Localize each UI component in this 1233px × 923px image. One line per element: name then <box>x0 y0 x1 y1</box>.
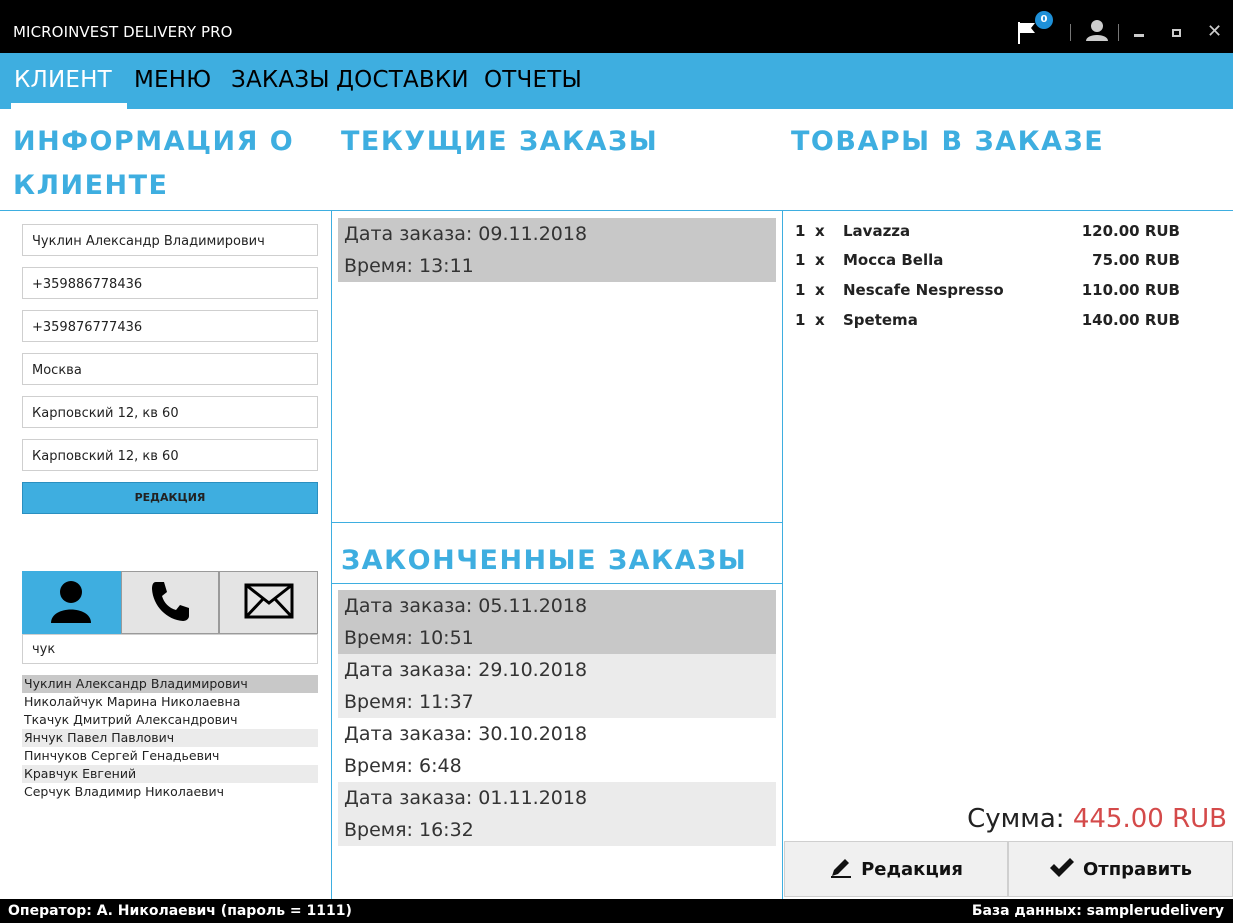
order-total: Сумма: 445.00 RUB <box>967 804 1227 834</box>
goods-price: 120.00 RUB <box>1081 222 1180 240</box>
order-date: Дата заказа: 30.10.2018 <box>344 723 588 745</box>
client-phone-field[interactable]: +359886778436 <box>22 267 318 299</box>
client-info-title-line1: ИНФОРМАЦИЯ О <box>13 126 295 157</box>
goods-name: Spetema <box>843 311 918 329</box>
current-orders-title: ТЕКУЩИЕ ЗАКАЗЫ <box>341 126 659 157</box>
client-search-results: Чуклин Александр Владимирович Николайчук… <box>22 675 318 801</box>
client-search-input[interactable]: чук <box>22 634 318 664</box>
goods-name: Lavazza <box>843 222 911 240</box>
goods-qty: 1 <box>795 281 806 299</box>
goods-row[interactable]: 1 x Mocca Bella 75.00 RUB <box>795 251 1185 280</box>
active-tab-indicator <box>11 103 127 110</box>
client-delivery-address-field[interactable]: Карповский 12, кв 60 <box>22 439 318 471</box>
goods-multiplier: x <box>815 222 825 240</box>
goods-qty: 1 <box>795 222 806 240</box>
envelope-icon <box>244 583 294 623</box>
menu-tab-orders[interactable]: ЗАКАЗЫ <box>231 67 330 93</box>
user-icon <box>49 579 93 627</box>
goods-multiplier: x <box>815 251 825 269</box>
finished-order-item[interactable]: Дата заказа: 30.10.2018 Время: 6:48 <box>338 718 776 782</box>
list-item[interactable]: Янчук Павел Павлович <box>22 729 318 747</box>
client-city-field[interactable]: Москва <box>22 353 318 385</box>
client-address-field[interactable]: Карповский 12, кв 60 <box>22 396 318 428</box>
order-goods-title: ТОВАРЫ В ЗАКАЗЕ <box>791 126 1105 157</box>
order-time: Время: 10:51 <box>344 627 474 649</box>
total-label: Сумма: <box>967 804 1065 834</box>
menu-tab-reports[interactable]: ОТЧЕТЫ <box>484 67 582 93</box>
order-date: Дата заказа: 01.11.2018 <box>344 787 588 809</box>
operator-status: Оператор: А. Николаевич (пароль = 1111) <box>8 903 352 919</box>
checkmark-icon <box>1049 856 1075 883</box>
list-item[interactable]: Серчук Владимир Николаевич <box>22 783 318 801</box>
order-time: Время: 11:37 <box>344 691 474 713</box>
edit-order-button[interactable]: Редакция <box>784 841 1008 897</box>
phone-icon <box>150 580 190 626</box>
minimize-icon[interactable] <box>1134 34 1144 37</box>
search-by-phone-tab[interactable] <box>120 571 220 634</box>
pencil-icon <box>829 855 853 884</box>
client-info-title-line2: КЛИЕНТЕ <box>13 170 169 201</box>
list-item[interactable]: Пинчуков Сергей Генадьевич <box>22 747 318 765</box>
goods-price: 75.00 RUB <box>1092 251 1180 269</box>
search-by-email-tab[interactable] <box>219 571 319 634</box>
order-time: Время: 13:11 <box>344 255 474 277</box>
goods-multiplier: x <box>815 311 825 329</box>
separator <box>1070 24 1071 41</box>
goods-name: Mocca Bella <box>843 251 944 269</box>
search-by-name-tab[interactable] <box>22 571 121 634</box>
title-bar: MICROINVEST DELIVERY PRO 0 ✕ <box>0 0 1233 53</box>
finished-order-item[interactable]: Дата заказа: 05.11.2018 Время: 10:51 <box>338 590 776 654</box>
goods-row[interactable]: 1 x Spetema 140.00 RUB <box>795 311 1185 340</box>
client-name-field[interactable]: Чуклин Александр Владимирович <box>22 224 318 256</box>
menu-tab-deliveries[interactable]: ДОСТАВКИ <box>336 67 469 93</box>
close-icon[interactable]: ✕ <box>1207 21 1222 42</box>
current-order-item[interactable]: Дата заказа: 09.11.2018 Время: 13:11 <box>338 218 776 282</box>
goods-row[interactable]: 1 x Lavazza 120.00 RUB <box>795 222 1185 251</box>
separator <box>1118 24 1119 41</box>
goods-price: 110.00 RUB <box>1081 281 1180 299</box>
client-phone2-field[interactable]: +359876777436 <box>22 310 318 342</box>
goods-qty: 1 <box>795 311 806 329</box>
maximize-icon[interactable] <box>1172 29 1181 37</box>
app-title: MICROINVEST DELIVERY PRO <box>13 23 233 41</box>
goods-multiplier: x <box>815 281 825 299</box>
order-time: Время: 6:48 <box>344 755 462 777</box>
notification-badge: 0 <box>1035 11 1053 29</box>
goods-row[interactable]: 1 x Nescafe Nespresso 110.00 RUB <box>795 281 1185 310</box>
notification-flag-icon[interactable] <box>1017 22 1037 48</box>
status-bar: Оператор: А. Николаевич (пароль = 1111) … <box>0 899 1233 923</box>
goods-price: 140.00 RUB <box>1081 311 1180 329</box>
search-mode-tabs <box>22 571 319 634</box>
list-item[interactable]: Николайчук Марина Николаевна <box>22 693 318 711</box>
send-order-button[interactable]: Отправить <box>1008 841 1233 897</box>
order-time: Время: 16:32 <box>344 819 474 841</box>
edit-client-button[interactable]: РЕДАКЦИЯ <box>22 482 318 514</box>
total-amount: 445.00 RUB <box>1072 804 1227 834</box>
edit-order-label: Редакция <box>861 858 963 880</box>
list-item[interactable]: Чуклин Александр Владимирович <box>22 675 318 693</box>
main-menu-bar: КЛИЕНТ МЕНЮ ЗАКАЗЫ ДОСТАВКИ ОТЧЕТЫ <box>0 53 1233 109</box>
goods-name: Nescafe Nespresso <box>843 281 1004 299</box>
database-status: База данных: samplerudelivery <box>971 903 1224 919</box>
user-account-icon[interactable] <box>1086 19 1108 45</box>
finished-orders-title: ЗАКОНЧЕННЫЕ ЗАКАЗЫ <box>341 545 748 576</box>
goods-qty: 1 <box>795 251 806 269</box>
menu-tab-client[interactable]: КЛИЕНТ <box>14 67 112 93</box>
send-order-label: Отправить <box>1082 858 1193 880</box>
finished-order-item[interactable]: Дата заказа: 01.11.2018 Время: 16:32 <box>338 782 776 846</box>
finished-order-item[interactable]: Дата заказа: 29.10.2018 Время: 11:37 <box>338 654 776 718</box>
menu-tab-menu[interactable]: МЕНЮ <box>134 67 211 93</box>
list-item[interactable]: Кравчук Евгений <box>22 765 318 783</box>
order-date: Дата заказа: 09.11.2018 <box>344 223 588 245</box>
list-item[interactable]: Ткачук Дмитрий Александрович <box>22 711 318 729</box>
order-date: Дата заказа: 05.11.2018 <box>344 595 588 617</box>
order-date: Дата заказа: 29.10.2018 <box>344 659 588 681</box>
